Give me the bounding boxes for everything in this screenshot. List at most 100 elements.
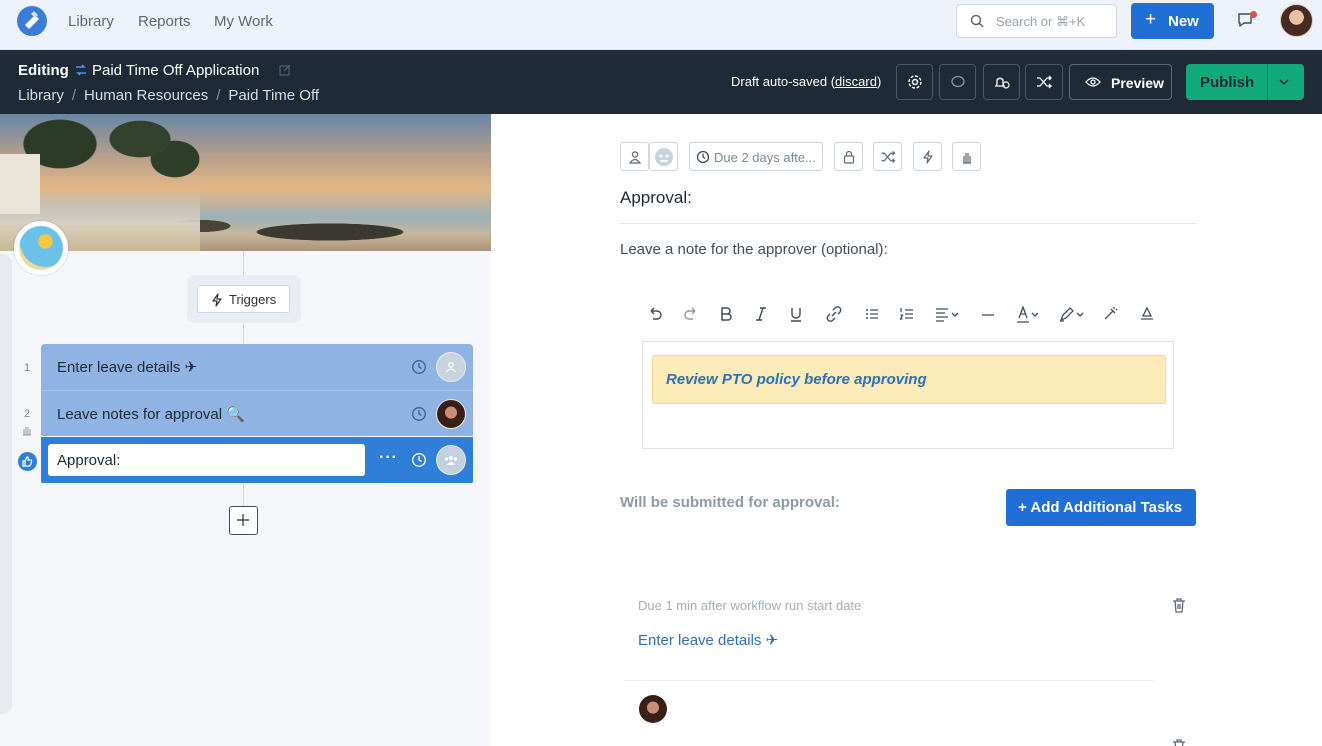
assignee-group-avatar[interactable] <box>436 445 466 475</box>
chevron-down-icon[interactable] <box>1278 76 1290 88</box>
clock-icon <box>696 150 710 164</box>
hand-icon <box>23 427 31 436</box>
undo-icon[interactable] <box>647 306 663 322</box>
assignee-avatar[interactable] <box>639 695 667 723</box>
edit-title-icon[interactable] <box>279 64 291 76</box>
step-number: 2 <box>24 408 31 420</box>
publish-divider <box>1267 64 1268 100</box>
callout-block[interactable]: Review PTO policy before approving <box>652 355 1166 404</box>
group-avatar-button[interactable] <box>649 142 678 171</box>
approval-step-icon <box>18 452 37 471</box>
hand-icon <box>962 152 971 164</box>
due-date-label: Due 2 days afte... <box>714 150 816 165</box>
search-placeholder: Search or ⌘+K <box>996 14 1086 29</box>
step-label: Leave notes for approval 🔍 <box>57 406 245 423</box>
bold-icon[interactable] <box>719 306 733 322</box>
clock-icon[interactable] <box>411 359 427 375</box>
divider <box>624 680 1154 681</box>
step-label: Enter leave details ✈ <box>57 359 198 376</box>
trash-icon[interactable] <box>1172 738 1186 746</box>
text-color-icon[interactable] <box>1016 306 1042 324</box>
due-date-button[interactable]: Due 2 days afte... <box>689 142 823 171</box>
comment-icon <box>950 75 965 88</box>
group-icon <box>444 456 458 465</box>
numbered-list-icon[interactable] <box>899 306 915 322</box>
publish-button[interactable]: Publish <box>1186 64 1304 100</box>
callout-text: Review PTO policy before approving <box>666 371 927 388</box>
app-logo-icon[interactable] <box>17 6 47 36</box>
clock-icon[interactable] <box>411 452 427 468</box>
shuffle-icon <box>881 150 895 163</box>
notification-dot <box>1250 11 1257 18</box>
search-icon <box>970 14 984 28</box>
step-title-value: Approval: <box>57 452 121 469</box>
trash-icon[interactable] <box>1172 597 1186 613</box>
new-button-label: New <box>1168 13 1199 30</box>
more-options-icon[interactable]: ··· <box>379 449 398 467</box>
workflow-title[interactable]: Paid Time Off Application <box>92 62 259 79</box>
lock-icon <box>843 150 854 164</box>
add-additional-tasks-button[interactable]: + Add Additional Tasks <box>1006 489 1196 526</box>
notifications-button[interactable] <box>983 64 1020 100</box>
clear-format-icon[interactable] <box>1102 306 1118 322</box>
editing-label: Editing <box>18 62 69 79</box>
horizontal-rule-icon[interactable] <box>980 306 996 322</box>
breadcrumb-separator: / <box>71 87 77 104</box>
assignee-avatar[interactable] <box>436 399 466 429</box>
preview-button[interactable]: Preview <box>1069 64 1172 100</box>
step-number: 1 <box>24 362 31 374</box>
user-avatar[interactable] <box>1280 4 1313 37</box>
settings-button[interactable] <box>896 64 933 100</box>
stop-task-button[interactable] <box>952 142 981 171</box>
workflow-icon-badge[interactable] <box>14 221 68 275</box>
discard-link[interactable]: discard <box>835 74 877 89</box>
nav-link-my-work[interactable]: My Work <box>214 13 273 30</box>
house-image <box>0 154 40 214</box>
breadcrumb-paid-time-off[interactable]: Paid Time Off <box>228 87 319 104</box>
assignee-avatar[interactable] <box>436 352 466 382</box>
note-editor[interactable]: Review PTO policy before approving <box>642 341 1174 449</box>
automation-button[interactable] <box>913 142 942 171</box>
task-title[interactable]: Approval: <box>620 188 692 208</box>
underline-icon[interactable] <box>789 306 803 322</box>
lightning-icon <box>212 293 222 307</box>
italic-icon[interactable] <box>754 306 768 322</box>
draft-status-close: ) <box>876 74 882 89</box>
top-navigation: Library Reports My Work Search or ⌘+K + … <box>0 0 1322 50</box>
callout-icon[interactable] <box>1139 306 1155 322</box>
plus-icon <box>237 514 249 526</box>
draft-status: Draft auto-saved (discard) <box>731 74 881 89</box>
connector-line <box>243 485 244 506</box>
gear-icon <box>907 75 922 89</box>
plus-icon: + <box>1145 9 1157 30</box>
link-icon[interactable] <box>825 306 843 322</box>
shuffle-button[interactable] <box>1025 64 1063 100</box>
triggers-button[interactable]: Triggers <box>197 285 290 313</box>
step-leave-notes-for-approval[interactable]: Leave notes for approval 🔍 <box>41 390 473 436</box>
bullet-list-icon[interactable] <box>864 306 880 322</box>
nav-link-reports[interactable]: Reports <box>138 13 191 30</box>
steps-list: Enter leave details ✈ Leave notes for ap… <box>41 344 473 485</box>
comments-button[interactable] <box>939 64 976 100</box>
breadcrumb-human-resources[interactable]: Human Resources <box>84 87 208 104</box>
clock-icon[interactable] <box>411 406 427 422</box>
note-label: Leave a note for the approver (optional)… <box>620 241 888 258</box>
search-input[interactable]: Search or ⌘+K <box>956 4 1117 38</box>
lock-button[interactable] <box>834 142 863 171</box>
conditional-logic-button[interactable] <box>873 142 902 171</box>
breadcrumb-library[interactable]: Library <box>18 87 64 104</box>
highlight-icon[interactable] <box>1058 306 1086 322</box>
step-title-input[interactable]: Approval: <box>48 444 365 476</box>
assignee-button[interactable] <box>620 142 649 171</box>
step-approval[interactable]: Approval: ··· <box>41 437 473 483</box>
connector-line <box>243 251 244 275</box>
add-step-button[interactable] <box>229 506 258 535</box>
task-link[interactable]: Enter leave details ✈ <box>638 631 778 649</box>
align-icon[interactable] <box>935 306 961 322</box>
new-button[interactable]: + New <box>1131 3 1214 39</box>
redo-icon[interactable] <box>683 306 699 322</box>
step-enter-leave-details[interactable]: Enter leave details ✈ <box>41 344 473 390</box>
canvas-edge <box>0 254 12 714</box>
nav-link-library[interactable]: Library <box>68 13 114 30</box>
submitted-label: Will be submitted for approval: <box>620 494 840 511</box>
